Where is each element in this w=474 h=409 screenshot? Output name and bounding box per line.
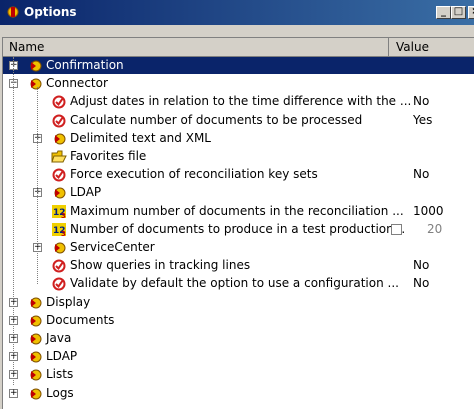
title-bar[interactable]: Options _ □ × xyxy=(0,0,474,25)
tree-row-label: ServiceCenter xyxy=(70,240,155,254)
boolean-option-icon xyxy=(51,113,67,128)
window-title: Options xyxy=(24,5,77,19)
tree-row-label: Favorites file xyxy=(70,149,147,163)
tree-row[interactable]: + ServiceCenter xyxy=(3,239,474,256)
folder-category-icon xyxy=(27,58,43,73)
tree-row-label: Lists xyxy=(46,367,74,382)
tree-row[interactable]: + Confirmation xyxy=(3,57,474,74)
option-value[interactable]: 1000 xyxy=(413,204,444,219)
option-value[interactable]: No xyxy=(413,94,429,109)
expand-node-icon[interactable]: + xyxy=(9,388,18,398)
maximize-button[interactable]: □ xyxy=(451,6,466,19)
tree-row[interactable]: + Delimited text and XML xyxy=(3,130,474,147)
tree-row[interactable]: Calculate number of documents to be proc… xyxy=(3,112,474,129)
open-folder-icon xyxy=(51,149,67,164)
tree-row[interactable]: + LDAP xyxy=(3,348,474,365)
tree-row[interactable]: + LDAP xyxy=(3,184,474,201)
tree-row-label: Delimited text and XML xyxy=(70,130,211,145)
folder-category-icon xyxy=(27,331,43,346)
folder-category-icon xyxy=(27,313,43,328)
tree-row[interactable]: 12 3 Maximum number of documents in the re… xyxy=(3,203,474,220)
tree-row-label: Documents xyxy=(46,312,115,327)
column-header: Name Value xyxy=(3,38,474,57)
tree-row[interactable]: Favorites file xyxy=(3,148,474,165)
tree-row-label: LDAP xyxy=(70,185,102,200)
tree-row[interactable]: − Connector xyxy=(3,75,474,92)
folder-category-icon xyxy=(51,240,67,255)
boolean-option-icon xyxy=(51,276,67,291)
tree-row-label: Java xyxy=(46,331,72,345)
minimize-button[interactable]: _ xyxy=(436,6,451,19)
option-value[interactable]: No xyxy=(413,276,429,291)
tree-row-label: Confirmation xyxy=(45,58,125,73)
options-app-icon xyxy=(7,6,19,18)
folder-category-icon xyxy=(27,386,43,401)
numeric-option-icon: 12 3 xyxy=(51,222,67,238)
tree-row[interactable]: + Documents xyxy=(3,312,474,329)
folder-category-icon xyxy=(51,131,67,146)
svg-text:3: 3 xyxy=(61,230,66,237)
tree-row-label: Logs xyxy=(46,385,74,400)
options-tree: + Confirmation − Connector Adjust dates in r… xyxy=(3,57,474,409)
tree-row-label: Show queries in tracking lines xyxy=(70,258,251,273)
tree-row[interactable]: + Java xyxy=(3,330,474,347)
tree-row[interactable]: + Lists xyxy=(3,366,474,383)
folder-category-icon xyxy=(27,76,43,91)
folder-category-icon xyxy=(51,185,67,200)
column-header-name[interactable]: Name xyxy=(3,38,389,56)
numeric-option-icon: 12 3 xyxy=(51,204,67,220)
option-value[interactable]: Yes xyxy=(413,113,432,128)
tree-row-label: Adjust dates in relation to the time dif… xyxy=(70,94,412,109)
column-header-value[interactable]: Value xyxy=(390,38,474,56)
tree-row-label: Connector xyxy=(46,76,108,91)
tree-row-label: Validate by default the option to use a … xyxy=(70,276,399,291)
tree-row[interactable]: Adjust dates in relation to the time dif… xyxy=(3,93,474,110)
tree-row[interactable]: + Logs xyxy=(3,385,474,402)
tree-row[interactable]: 12 3 Number of documents to produce in a t… xyxy=(3,221,474,238)
value-checkbox[interactable] xyxy=(391,223,402,235)
options-window: Options _ □ × Name Value +Confirmation−C… xyxy=(0,0,474,409)
tree-row-label: Display xyxy=(46,294,91,309)
tree-row[interactable]: Validate by default the option to use a … xyxy=(3,275,474,292)
boolean-option-icon xyxy=(51,167,67,182)
tree-line xyxy=(37,87,38,285)
tree-row-label: Calculate number of documents to be proc… xyxy=(70,112,363,127)
tree-line xyxy=(13,57,14,385)
folder-category-icon xyxy=(27,349,43,364)
tree-row[interactable]: + Display xyxy=(3,294,474,311)
close-button[interactable]: × xyxy=(468,6,474,19)
svg-text:3: 3 xyxy=(61,212,66,219)
tree-row-label: LDAP xyxy=(46,349,78,364)
boolean-option-icon xyxy=(51,94,67,109)
tree-row-label: Maximum number of documents in the recon… xyxy=(70,203,404,218)
tree-row-label: Force execution of reconciliation key se… xyxy=(70,167,318,182)
option-value[interactable]: No xyxy=(413,258,429,273)
option-value[interactable]: 20 xyxy=(427,222,442,237)
tree-row[interactable]: Show queries in tracking lines No xyxy=(3,257,474,274)
boolean-option-icon xyxy=(51,258,67,273)
option-value[interactable]: No xyxy=(413,167,429,182)
options-tree-panel: Name Value + Confirmation − Connector Adjust… xyxy=(2,37,474,409)
tree-row[interactable]: Force execution of reconciliation key se… xyxy=(3,166,474,183)
tree-row-label: Number of documents to produce in a test… xyxy=(70,221,406,236)
folder-category-icon xyxy=(27,295,43,310)
folder-category-icon xyxy=(27,367,43,382)
